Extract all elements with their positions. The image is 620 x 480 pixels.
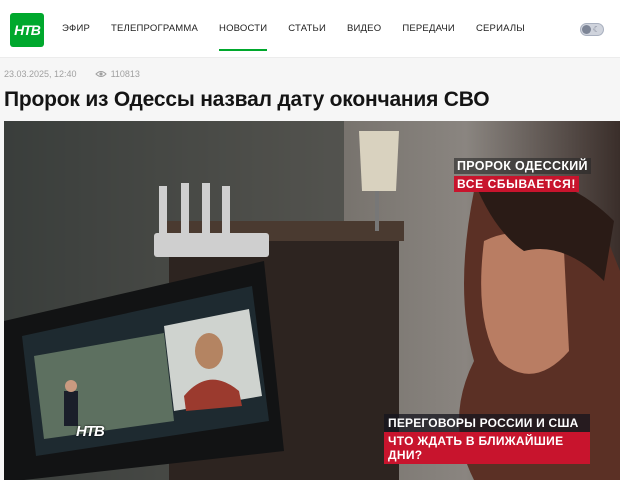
- nav-item-efir[interactable]: ЭФИР: [62, 0, 90, 58]
- article-title: Пророк из Одессы назвал дату окончания С…: [4, 88, 490, 111]
- video-player[interactable]: ПРОРОК ОДЕССКИЙ ВСЕ СБЫВАЕТСЯ! НТВ ПЕРЕГ…: [4, 121, 620, 480]
- site-header: НТВ ЭФИР ТЕЛЕПРОГРАММА НОВОСТИ СТАТЬИ ВИ…: [0, 0, 620, 58]
- nav-item-novosti[interactable]: НОВОСТИ: [219, 0, 268, 58]
- caption-top-line2: ВСЕ СБЫВАЕТСЯ!: [454, 176, 580, 192]
- caption-top: ПРОРОК ОДЕССКИЙ ВСЕ СБЫВАЕТСЯ!: [454, 158, 591, 193]
- nav-item-peredachi[interactable]: ПЕРЕДАЧИ: [402, 0, 455, 58]
- nav-item-serialy[interactable]: СЕРИАЛЫ: [476, 0, 525, 58]
- nav-item-stati[interactable]: СТАТЬИ: [288, 0, 326, 58]
- toggle-knob: [582, 25, 591, 34]
- nav-item-video[interactable]: ВИДЕО: [347, 0, 381, 58]
- main-nav: ЭФИР ТЕЛЕПРОГРАММА НОВОСТИ СТАТЬИ ВИДЕО …: [62, 0, 546, 58]
- lower-third-line1: ПЕРЕГОВОРЫ РОССИИ И США: [384, 414, 590, 432]
- ntv-logo[interactable]: НТВ: [10, 13, 44, 47]
- article-date: 23.03.2025, 12:40: [4, 69, 77, 79]
- article-meta: 23.03.2025, 12:40 110813: [4, 69, 140, 79]
- logo-text: НТВ: [14, 22, 41, 38]
- channel-bug: НТВ: [76, 423, 105, 440]
- views-counter: 110813: [94, 69, 140, 79]
- views-count: 110813: [110, 69, 140, 79]
- nav-item-teleprogramma[interactable]: ТЕЛЕПРОГРАММА: [111, 0, 198, 58]
- lower-third: ПЕРЕГОВОРЫ РОССИИ И США ЧТО ЖДАТЬ В БЛИЖ…: [384, 414, 590, 464]
- caption-top-line1: ПРОРОК ОДЕССКИЙ: [454, 158, 591, 174]
- lower-third-line2: ЧТО ЖДАТЬ В БЛИЖАЙШИЕ ДНИ?: [384, 432, 590, 464]
- moon-icon: ☾: [592, 25, 600, 34]
- theme-toggle[interactable]: ☾: [580, 23, 604, 36]
- eye-icon: [94, 71, 107, 77]
